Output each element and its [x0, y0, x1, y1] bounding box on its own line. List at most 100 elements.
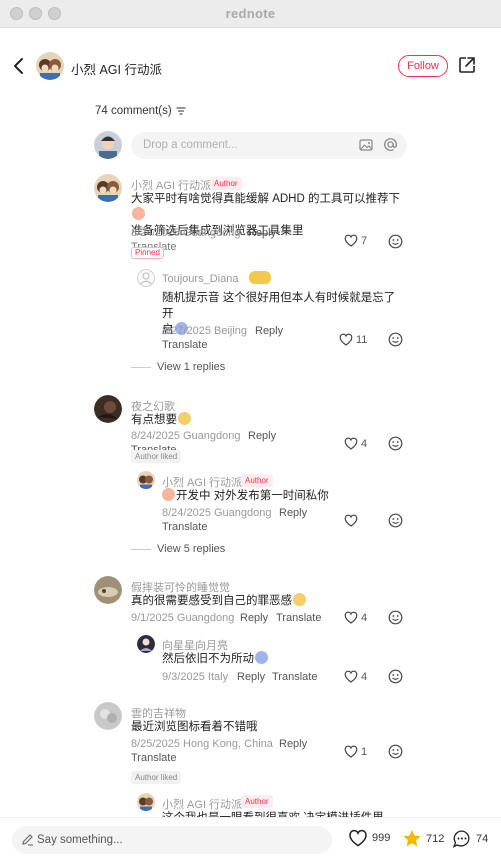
- heart-icon: [344, 670, 358, 683]
- like-count: 4: [361, 611, 368, 624]
- like-button[interactable]: 11: [339, 333, 367, 346]
- bottom-bar: Say something... 999 712 74: [0, 817, 501, 859]
- post-like-button[interactable]: 999: [348, 829, 390, 847]
- view-replies-button[interactable]: View 1 replies: [131, 361, 225, 373]
- like-button[interactable]: 1: [344, 745, 367, 758]
- emoji-react-icon[interactable]: [388, 234, 403, 249]
- comment-meta: 8/27/2025 Beijing: [162, 325, 248, 337]
- reply-button[interactable]: Reply: [279, 738, 307, 750]
- author-name[interactable]: 小烈 AGI 行动派: [71, 59, 162, 78]
- emoji-react-icon[interactable]: [388, 669, 403, 684]
- author-avatar[interactable]: [36, 52, 64, 80]
- pig-emoji-icon: [132, 207, 145, 220]
- comment-text: 最近浏览图标看着不错哦: [131, 721, 258, 733]
- image-icon[interactable]: [359, 138, 373, 152]
- heart-icon: [344, 611, 358, 624]
- comment-meta: 9/1/2025 Guangdong: [131, 612, 235, 624]
- like-button[interactable]: 7: [344, 234, 367, 247]
- emoji-react-icon[interactable]: [388, 610, 403, 625]
- drop-comment-placeholder: Drop a comment...: [143, 139, 238, 151]
- view-replies-button[interactable]: View 5 replies: [131, 543, 225, 555]
- commenter-avatar[interactable]: [137, 635, 155, 653]
- my-avatar: [94, 131, 122, 159]
- translate-button[interactable]: Translate: [272, 671, 317, 683]
- post-like-count: 999: [372, 832, 391, 844]
- comment-text: 开发中 对外发布第一时间私你: [162, 488, 329, 504]
- translate-button[interactable]: Translate: [162, 339, 207, 351]
- comment-meta: 8/25/2025 Hong Kong, China: [131, 738, 273, 750]
- author-liked-badge: Author liked: [131, 450, 182, 463]
- star-icon: [403, 830, 421, 847]
- comment-meta: 8/24/2025 Guangdong: [131, 430, 241, 442]
- author-badge: Author: [210, 177, 242, 190]
- post-comment-button[interactable]: 74: [452, 829, 488, 848]
- sort-icon[interactable]: [176, 107, 186, 115]
- author-badge: Author: [241, 795, 273, 808]
- comment-count-label: 74 comment(s): [95, 105, 172, 117]
- translate-button[interactable]: Translate: [276, 612, 321, 624]
- post-collect-count: 712: [426, 832, 445, 845]
- follow-button[interactable]: Follow: [398, 55, 448, 77]
- emoji-react-icon[interactable]: [388, 332, 403, 347]
- emoji-react-icon[interactable]: [388, 513, 403, 528]
- comment-meta: 8/24/2025 Guangdong: [162, 507, 272, 519]
- share-icon[interactable]: [458, 56, 476, 74]
- post-comment-count: 74: [476, 832, 489, 845]
- post-collect-button[interactable]: 712: [402, 829, 444, 848]
- comment-bubble-icon: [452, 830, 470, 848]
- commenter-name[interactable]: Toujours_Diana: [162, 273, 238, 285]
- cat-emoji-icon: [178, 412, 191, 425]
- comment-text: 真的很需要感受到自己的罪恶感: [131, 593, 306, 609]
- commenter-avatar[interactable]: [137, 793, 155, 811]
- reply-button[interactable]: Reply: [279, 507, 307, 519]
- commenter-avatar[interactable]: [94, 174, 122, 202]
- commenter-avatar[interactable]: [94, 702, 122, 730]
- sweat-emoji-icon: [255, 651, 268, 664]
- reply-button[interactable]: Reply: [255, 325, 283, 337]
- back-icon[interactable]: [10, 56, 28, 76]
- author-liked-badge: Author liked: [131, 771, 182, 784]
- heart-icon: [344, 437, 358, 450]
- heart-icon: [344, 234, 358, 247]
- heart-icon: [339, 333, 353, 346]
- drop-comment-input[interactable]: Drop a comment...: [131, 132, 407, 159]
- emoji-react-icon[interactable]: [388, 744, 403, 759]
- window-titlebar: rednote: [0, 0, 501, 28]
- commenter-avatar[interactable]: [137, 269, 155, 287]
- comment-meta: 8/24/2025 Guangdong: [131, 227, 241, 239]
- reply-button[interactable]: Reply: [248, 227, 276, 239]
- pencil-icon: [22, 834, 33, 846]
- like-count: 1: [361, 745, 368, 758]
- pinned-badge: Pinned: [131, 247, 164, 259]
- author-badge: Author: [241, 474, 273, 487]
- commenter-avatar[interactable]: [94, 576, 122, 604]
- heart-icon: [344, 745, 358, 758]
- comment-meta: 9/3/2025 Italy: [162, 671, 229, 683]
- mention-icon[interactable]: [383, 137, 398, 152]
- reply-button[interactable]: Reply: [237, 671, 265, 683]
- comment-count: 74 comment(s): [95, 105, 186, 117]
- post-header: 小烈 AGI 行动派 Follow: [0, 28, 501, 104]
- say-something-input[interactable]: Say something...: [12, 826, 332, 854]
- heart-icon: [344, 514, 358, 527]
- like-button[interactable]: [344, 514, 358, 527]
- cat-emoji-icon: [293, 593, 306, 606]
- like-count: 4: [361, 437, 368, 450]
- like-button[interactable]: 4: [344, 437, 367, 450]
- like-button[interactable]: 4: [344, 670, 367, 683]
- heart-icon: [349, 829, 367, 847]
- like-button[interactable]: 4: [344, 611, 367, 624]
- translate-button[interactable]: Translate: [131, 752, 176, 764]
- comment-text: 然后依旧不为所动: [162, 651, 268, 667]
- commenter-avatar[interactable]: [94, 395, 122, 423]
- like-count: 7: [361, 234, 368, 247]
- say-something-placeholder: Say something...: [37, 834, 123, 846]
- emoji-react-icon[interactable]: [388, 436, 403, 451]
- commenter-avatar[interactable]: [137, 471, 155, 489]
- sticker-emoji-icon: [249, 271, 271, 284]
- translate-button[interactable]: Translate: [162, 521, 207, 533]
- window-title: rednote: [225, 6, 276, 21]
- reply-button[interactable]: Reply: [248, 430, 276, 442]
- reply-button[interactable]: Reply: [240, 612, 268, 624]
- like-count: 4: [361, 670, 368, 683]
